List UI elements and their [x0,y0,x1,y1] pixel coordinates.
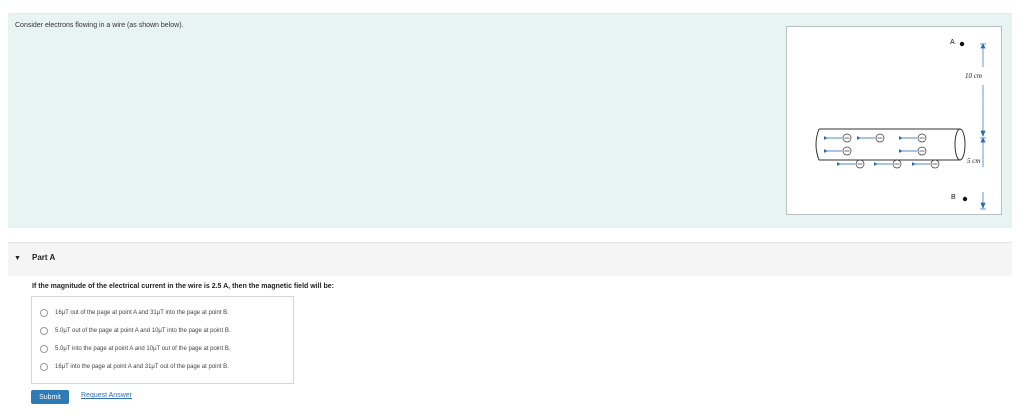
question-text: If the magnitude of the electrical curre… [32,283,334,290]
choice-1[interactable]: 16μT out of the page at point A and 31μT… [40,307,229,319]
wire-figure: A B 10 cm 5 cm [786,26,1002,215]
part-a-header[interactable]: ▼ Part A [8,242,1012,276]
dimension-lines [980,43,986,210]
point-b-label: B [951,194,956,201]
point-b-dot [962,196,968,202]
choice-label: 5.0μT into the page at point A and 10μT … [55,346,231,352]
wire-diagram [815,41,986,210]
electrons [842,133,940,169]
choice-label: 16μT into the page at point A and 31μT o… [55,364,229,370]
request-answer-link[interactable]: Request Answer [81,392,132,399]
radio-button[interactable] [40,363,48,371]
point-a-dot [959,41,965,47]
collapse-caret-icon[interactable]: ▼ [14,255,22,263]
wire-right-end [954,128,966,161]
wire-left-end [815,128,820,161]
dist-bottom-label: 5 cm [967,157,981,165]
answer-choices: 16μT out of the page at point A and 31μT… [31,296,294,384]
wire-body [819,128,960,161]
radio-button[interactable] [40,345,48,353]
choice-3[interactable]: 5.0μT into the page at point A and 10μT … [40,343,231,355]
problem-prompt: Consider electrons flowing in a wire (as… [15,22,184,29]
choice-label: 5.0μT out of the page at point A and 10μ… [55,328,231,334]
point-a-label: A [950,39,955,46]
dist-top-label: 10 cm [965,72,982,80]
part-title[interactable]: Part A [32,253,55,262]
choice-label: 16μT out of the page at point A and 31μT… [55,310,229,316]
choice-2[interactable]: 5.0μT out of the page at point A and 10μ… [40,325,231,337]
radio-button[interactable] [40,309,48,317]
submit-button[interactable]: Submit [31,390,69,404]
choice-4[interactable]: 16μT into the page at point A and 31μT o… [40,361,229,373]
radio-button[interactable] [40,327,48,335]
problem-statement: Consider electrons flowing in a wire (as… [8,13,1012,228]
